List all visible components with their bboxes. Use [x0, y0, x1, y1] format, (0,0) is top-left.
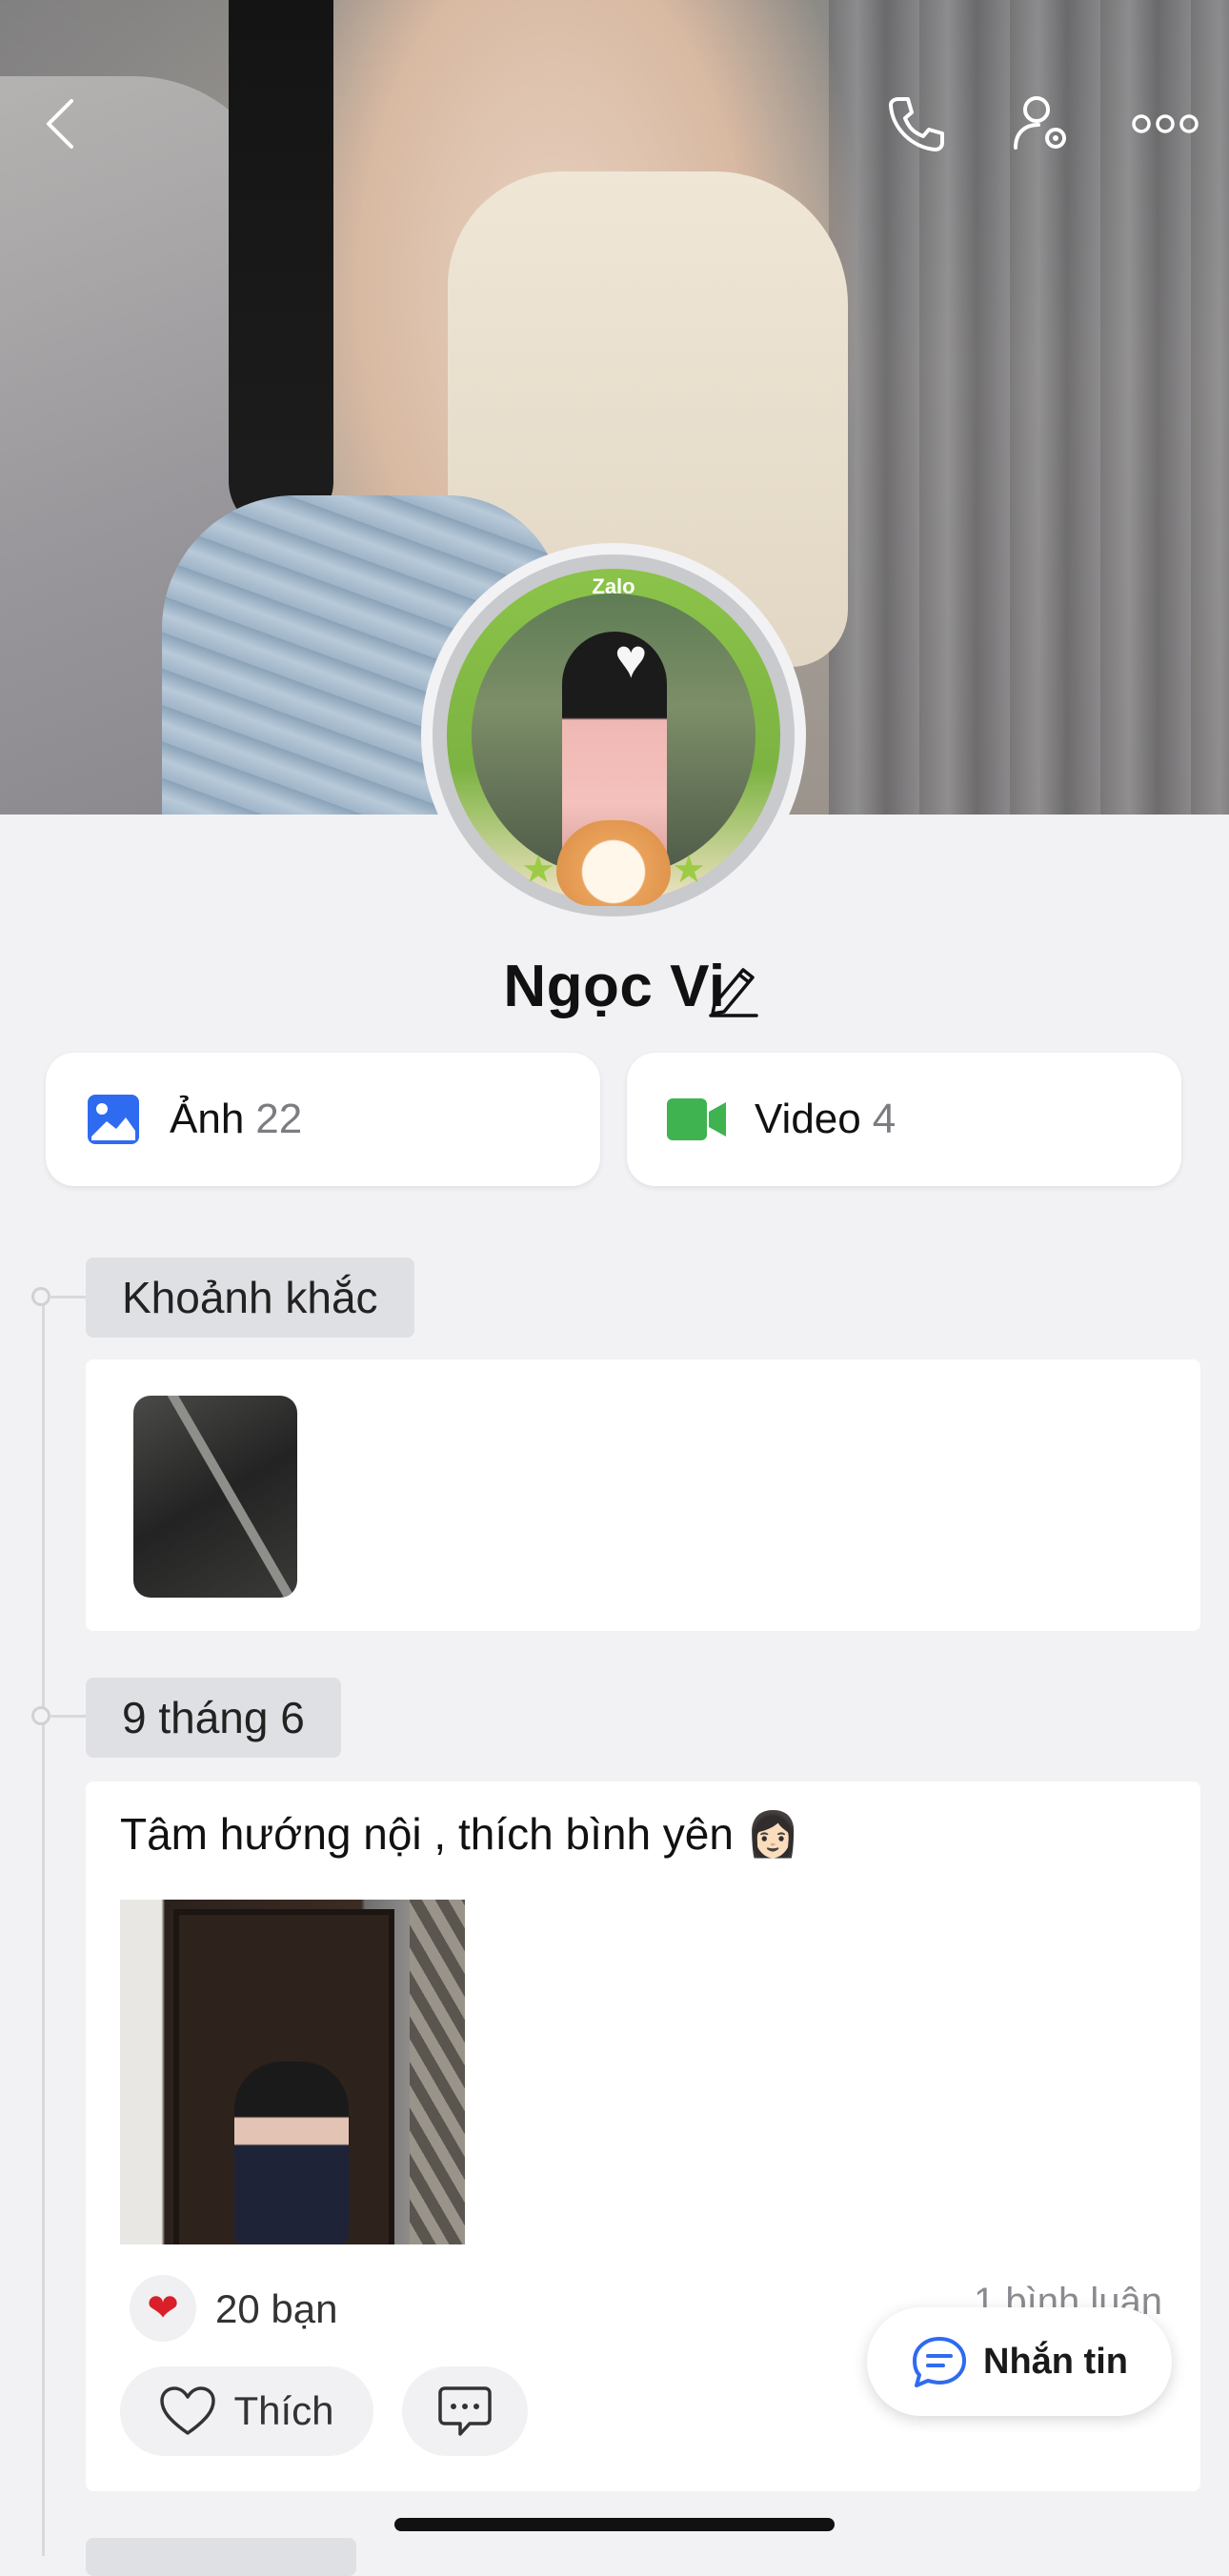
photo-icon: [88, 1095, 139, 1144]
video-camera-icon: [667, 1098, 726, 1140]
post-photo-person: [234, 2062, 349, 2244]
cover-hair: [229, 0, 333, 533]
shiba-dog-sticker-icon: [556, 820, 671, 906]
reaction-count[interactable]: 20 bạn: [215, 2286, 337, 2332]
moment-thumbnail[interactable]: [133, 1396, 297, 1598]
heart-outline-icon: [160, 2386, 216, 2435]
message-button[interactable]: Nhắn tin: [867, 2307, 1172, 2416]
photos-label: Ảnh: [170, 1096, 245, 1142]
star-icon: ★: [672, 849, 706, 891]
moments-header: Khoảnh khắc: [86, 1258, 414, 1338]
photos-card[interactable]: Ảnh 22: [46, 1053, 600, 1186]
edit-name-button[interactable]: [707, 960, 760, 1022]
post-photo[interactable]: [120, 1900, 465, 2244]
videos-card[interactable]: Video 4: [627, 1053, 1181, 1186]
timeline-connector: [50, 1296, 86, 1298]
chat-bubble-icon: [913, 2337, 966, 2387]
timeline-dot: [31, 1287, 50, 1306]
home-indicator[interactable]: [394, 2518, 835, 2531]
reaction-emoji: ❤: [147, 2287, 179, 2329]
more-dots-icon: [1132, 114, 1199, 133]
call-button[interactable]: [882, 93, 949, 154]
heart-sticker-icon: ♥: [614, 628, 648, 690]
avatar-border: Zalo ♥ ★ ★: [433, 554, 795, 916]
moments-card: [86, 1359, 1200, 1631]
timeline-connector: [50, 1715, 86, 1718]
profile-settings-button[interactable]: [1008, 93, 1075, 154]
message-label: Nhắn tin: [983, 2341, 1128, 2382]
avatar[interactable]: Zalo ♥ ★ ★: [421, 543, 806, 928]
like-button[interactable]: Thích: [120, 2366, 373, 2456]
moment-thumbnail-detail: [167, 1396, 297, 1598]
post-date-header: 9 tháng 6: [86, 1678, 341, 1758]
phone-icon: [889, 97, 944, 151]
videos-label: Video: [755, 1096, 861, 1142]
back-button[interactable]: [36, 93, 84, 154]
next-section-header: [86, 2538, 356, 2576]
avatar-frame: Zalo ♥ ★ ★: [447, 569, 780, 906]
chevron-left-icon: [47, 99, 73, 149]
user-gear-icon: [1014, 96, 1066, 150]
post-text: Tâm hướng nội , thích bình yên 👩🏻: [120, 1809, 801, 1859]
star-icon: ★: [521, 849, 555, 891]
videos-count: 4: [872, 1096, 897, 1142]
reaction-heart-icon[interactable]: ❤: [130, 2275, 196, 2342]
profile-name: Ngọc Vi: [503, 954, 726, 1019]
timeline-dot: [31, 1706, 50, 1725]
more-button[interactable]: [1132, 93, 1199, 154]
comment-icon: [438, 2386, 492, 2436]
comment-button[interactable]: [402, 2366, 528, 2456]
like-label: Thích: [233, 2388, 334, 2433]
photos-count: 22: [255, 1096, 303, 1142]
post-photo-wall: [410, 1900, 465, 2244]
pencil-icon: [709, 968, 758, 1017]
timeline-line: [42, 1305, 45, 2556]
